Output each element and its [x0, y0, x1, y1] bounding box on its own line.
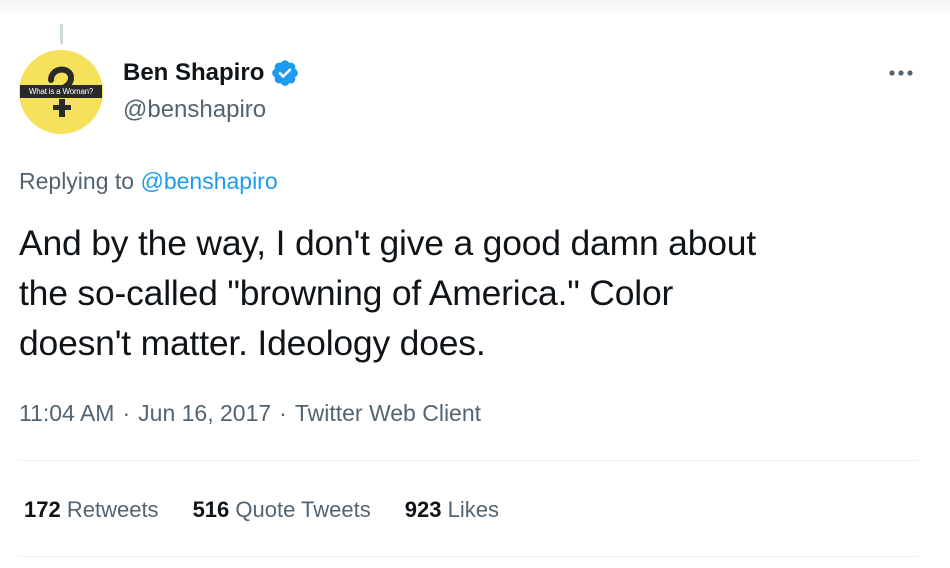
replying-to-prefix: Replying to	[19, 168, 135, 194]
quote-tweets-stat[interactable]: 516 Quote Tweets	[193, 495, 371, 525]
tweet-source[interactable]: Twitter Web Client	[295, 400, 481, 426]
avatar-banner-text: What is a Woman?	[20, 85, 102, 98]
author-display-name[interactable]: Ben Shapiro	[123, 58, 300, 88]
divider	[19, 556, 919, 557]
likes-label: Likes	[447, 497, 499, 522]
replying-to-handle-link[interactable]: @benshapiro	[140, 168, 277, 194]
likes-count: 923	[404, 497, 442, 522]
more-options-icon[interactable]	[886, 64, 916, 82]
likes-stat[interactable]: 923 Likes	[405, 495, 499, 525]
previous-tweet-edge	[0, 0, 950, 16]
tweet-time[interactable]: 11:04 AM	[19, 400, 114, 426]
tweet-date[interactable]: Jun 16, 2017	[138, 400, 271, 426]
tweet-metadata: 11:04 AM · Jun 16, 2017 · Twitter Web Client	[19, 398, 481, 428]
verified-badge-icon	[272, 60, 299, 86]
thread-connector-line	[60, 24, 63, 44]
retweets-count: 172	[24, 497, 61, 522]
author-name-text: Ben Shapiro	[123, 59, 265, 86]
retweets-label: Retweets	[66, 497, 159, 522]
avatar[interactable]: What is a Woman?	[19, 50, 103, 134]
retweets-stat[interactable]: 172 Retweets	[24, 495, 159, 525]
divider	[19, 460, 919, 461]
meta-separator: ·	[122, 400, 131, 426]
tweet-text-line: doesn't matter. Ideology does.	[19, 323, 486, 363]
replying-to-line: Replying to @benshapiro	[19, 166, 278, 196]
engagement-stats: 172 Retweets 516 Quote Tweets 923 Likes	[24, 495, 533, 525]
meta-separator: ·	[279, 400, 287, 426]
quote-tweets-count: 516	[192, 497, 230, 522]
tweet-text-line: the so-called "browning of America." Col…	[19, 273, 674, 313]
quote-tweets-label: Quote Tweets	[235, 497, 371, 522]
tweet-text: And by the way, I don't give a good damn…	[19, 218, 919, 368]
tweet-text-line: And by the way, I don't give a good damn…	[19, 223, 757, 263]
author-handle[interactable]: @benshapiro	[123, 95, 266, 125]
